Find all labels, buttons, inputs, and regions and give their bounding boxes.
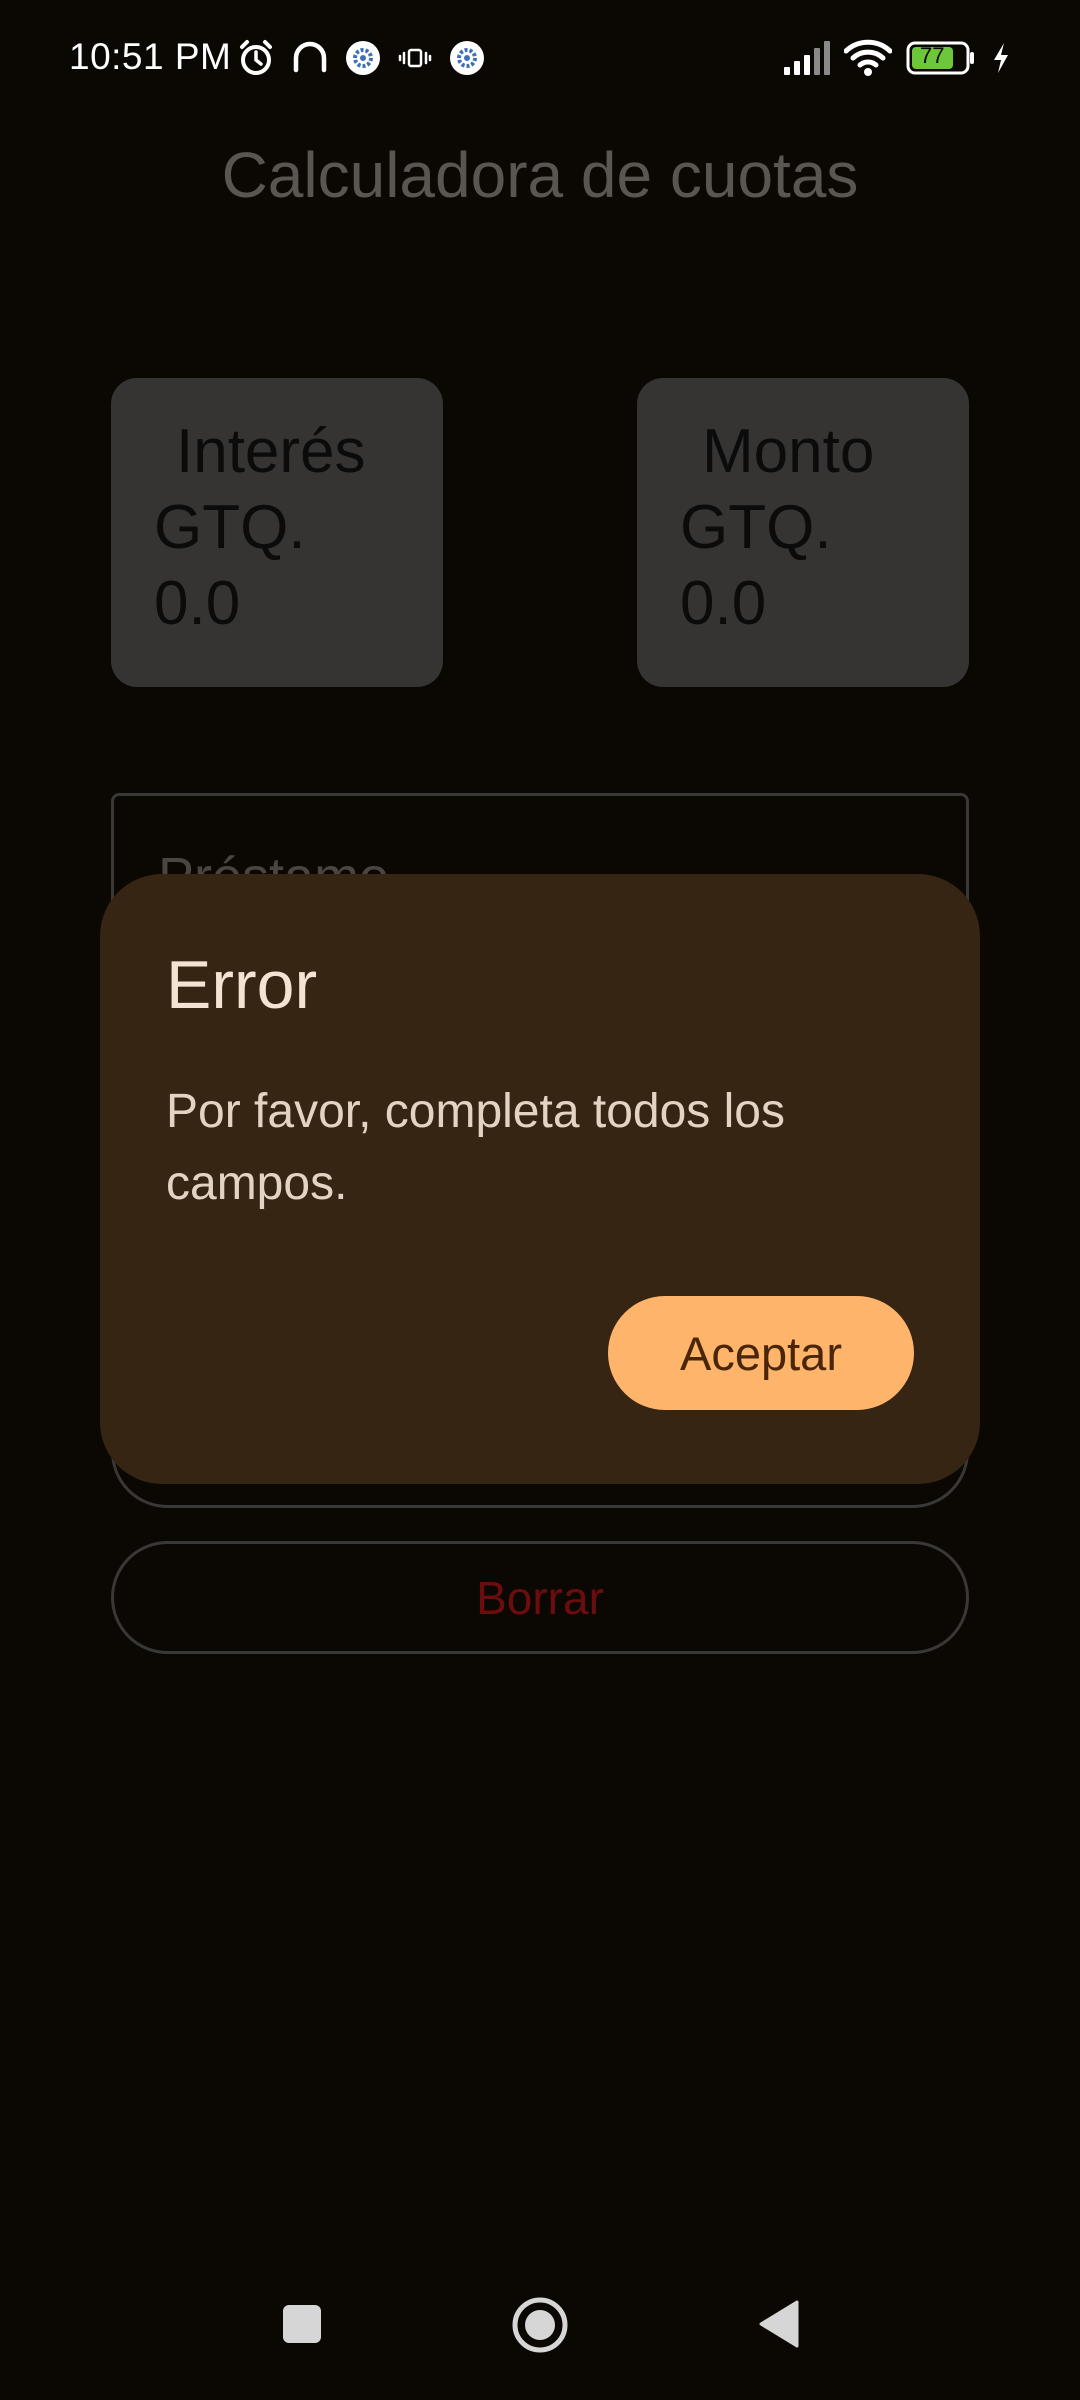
interest-card: Interés GTQ. 0.0 xyxy=(111,378,443,687)
home-icon[interactable] xyxy=(505,2290,575,2360)
app-screen: 10:51 PM 77 Calculadora de cuotas Interé… xyxy=(0,0,1080,2400)
status-icons-left xyxy=(236,36,486,80)
accept-button[interactable]: Aceptar xyxy=(608,1296,914,1410)
headphones-icon xyxy=(290,38,330,78)
recents-icon[interactable] xyxy=(270,2292,334,2356)
charging-icon xyxy=(990,41,1012,75)
amount-card-value: 0.0 xyxy=(680,569,767,638)
status-icons-right: 77 xyxy=(782,36,1012,80)
amount-card-title: Monto xyxy=(702,417,875,486)
amount-card: Monto GTQ. 0.0 xyxy=(637,378,969,687)
alarm-icon xyxy=(236,38,276,78)
battery-icon: 77 xyxy=(906,41,976,75)
status-bar: 10:51 PM 77 xyxy=(0,0,1080,118)
error-dialog: Error Por favor, completa todos los camp… xyxy=(100,874,980,1484)
status-time: 10:51 PM xyxy=(69,36,232,77)
wifi-icon xyxy=(844,39,892,77)
interest-card-value: 0.0 xyxy=(154,569,241,638)
navigation-bar xyxy=(0,2280,1080,2400)
dialog-message: Por favor, completa todos los campos. xyxy=(166,1085,785,1210)
signal-icon xyxy=(782,41,830,75)
clear-button[interactable]: Borrar xyxy=(111,1541,969,1654)
settings-badge-icon xyxy=(344,39,382,77)
amount-card-currency: GTQ. xyxy=(680,493,832,562)
page-title: Calculadora de cuotas xyxy=(221,139,859,211)
interest-card-currency: GTQ. xyxy=(154,493,306,562)
vibrate-icon xyxy=(396,39,434,77)
dialog-title: Error xyxy=(166,947,318,1023)
back-icon[interactable] xyxy=(746,2292,810,2356)
battery-level: 77 xyxy=(920,43,945,68)
settings-badge-icon xyxy=(448,39,486,77)
interest-card-title: Interés xyxy=(176,417,366,486)
